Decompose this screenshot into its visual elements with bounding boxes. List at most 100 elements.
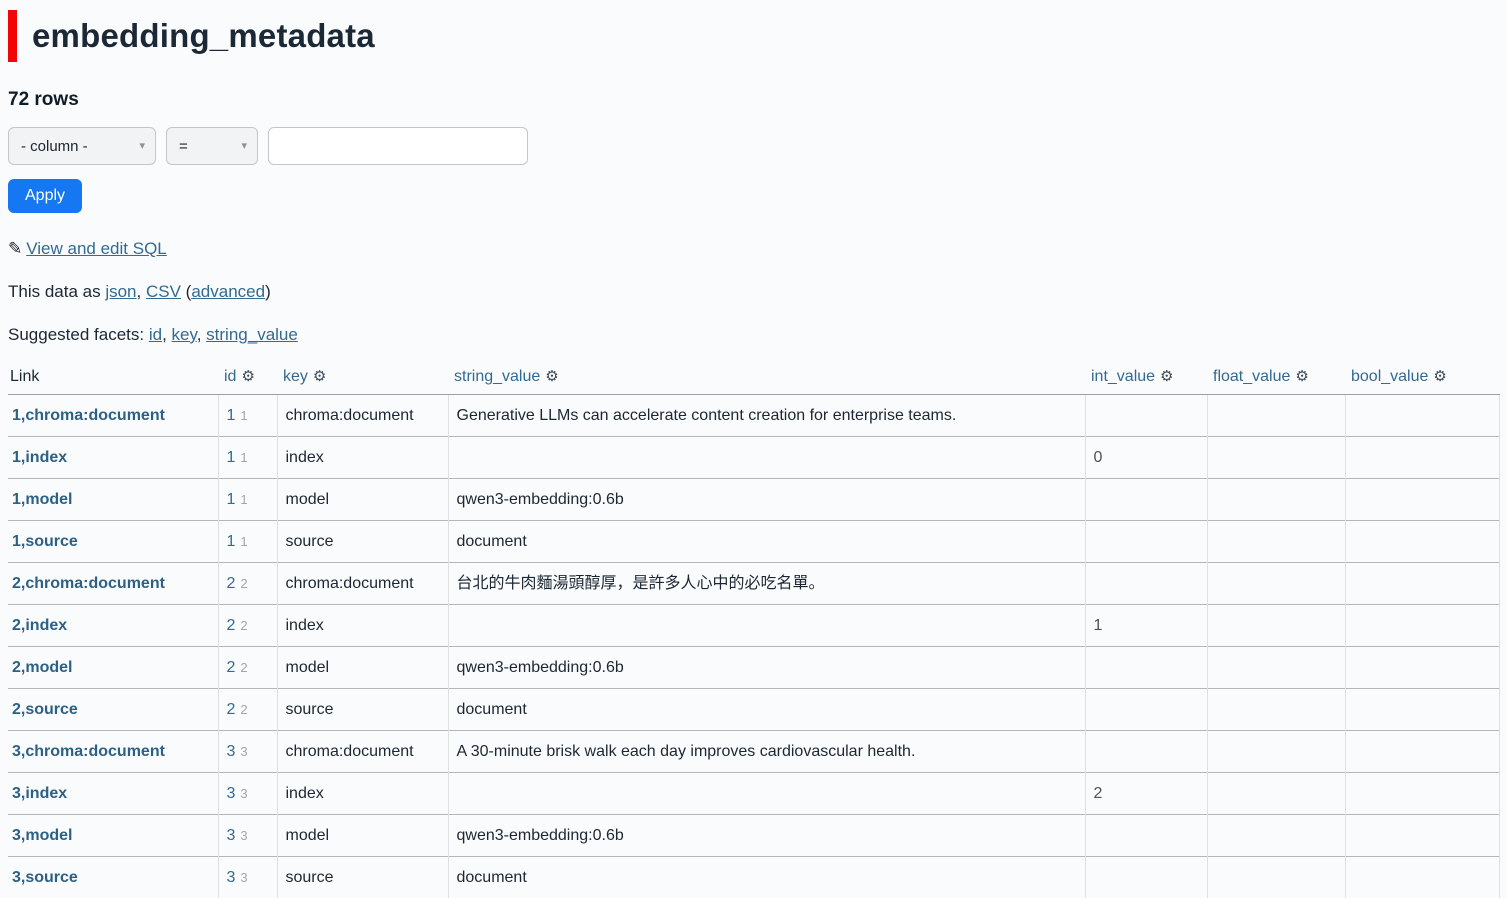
int-value-cell — [1085, 731, 1207, 773]
filter-op-select-wrap: = ▾ — [166, 127, 258, 165]
float-value-cell — [1207, 773, 1345, 815]
row-link[interactable]: 2,model — [12, 659, 72, 676]
facets-prefix: Suggested facets: — [8, 325, 149, 344]
id-value-link[interactable]: 1 — [227, 533, 236, 550]
id-value-link[interactable]: 3 — [227, 827, 236, 844]
id-value-link[interactable]: 1 — [227, 491, 236, 508]
facet-link-string_value[interactable]: string_value — [206, 325, 298, 344]
string-value-cell — [448, 773, 1085, 815]
fk-label: 3 — [240, 870, 247, 885]
bool-value-cell — [1345, 815, 1499, 857]
key-cell: chroma:document — [277, 563, 448, 605]
facet-link-id[interactable]: id — [149, 325, 162, 344]
column-options-gear-icon[interactable]: ⚙ — [1295, 367, 1308, 385]
int-value-cell — [1085, 563, 1207, 605]
column-sort-link-float_value[interactable]: float_value — [1213, 368, 1290, 385]
column-sort-link-string_value[interactable]: string_value — [454, 368, 540, 385]
column-sort-link-int_value[interactable]: int_value — [1091, 368, 1155, 385]
view-edit-sql-link[interactable]: View and edit SQL — [26, 239, 167, 258]
row-link[interactable]: 1,index — [12, 449, 67, 466]
filter-column-select[interactable]: - column - — [8, 127, 156, 165]
id-value-link[interactable]: 2 — [227, 701, 236, 718]
string-value-cell: document — [448, 857, 1085, 898]
column-header-bool_value: bool_value ⚙ — [1345, 359, 1499, 395]
string-value-cell: qwen3-embedding:0.6b — [448, 815, 1085, 857]
key-cell: source — [277, 857, 448, 898]
row-link[interactable]: 2,index — [12, 617, 67, 634]
id-cell: 22 — [218, 647, 277, 689]
column-header-float_value: float_value ⚙ — [1207, 359, 1345, 395]
column-options-gear-icon[interactable]: ⚙ — [313, 367, 326, 385]
bool-value-cell — [1345, 731, 1499, 773]
filter-operator-select[interactable]: = — [166, 127, 258, 165]
id-value-link[interactable]: 1 — [227, 449, 236, 466]
column-options-gear-icon[interactable]: ⚙ — [1433, 367, 1446, 385]
id-cell: 22 — [218, 563, 277, 605]
facet-link-key[interactable]: key — [172, 325, 197, 344]
id-value-link[interactable]: 3 — [227, 869, 236, 886]
fk-label: 1 — [240, 492, 247, 507]
row-link[interactable]: 2,source — [12, 701, 78, 718]
fk-label: 1 — [240, 450, 247, 465]
int-value-cell: 2 — [1085, 773, 1207, 815]
key-cell: chroma:document — [277, 395, 448, 437]
id-value-link[interactable]: 3 — [227, 785, 236, 802]
fk-label: 1 — [240, 408, 247, 423]
id-cell: 33 — [218, 815, 277, 857]
link-cell: 1,source — [8, 521, 218, 563]
row-link[interactable]: 1,model — [12, 491, 72, 508]
fk-label: 3 — [240, 786, 247, 801]
link-cell: 3,source — [8, 857, 218, 898]
row-link[interactable]: 3,model — [12, 827, 72, 844]
bool-value-cell — [1345, 479, 1499, 521]
column-options-gear-icon[interactable]: ⚙ — [241, 367, 254, 385]
key-cell: model — [277, 815, 448, 857]
float-value-cell — [1207, 731, 1345, 773]
id-value-link[interactable]: 3 — [227, 743, 236, 760]
row-link[interactable]: 1,source — [12, 533, 78, 550]
export-advanced-link[interactable]: advanced — [191, 282, 265, 301]
id-value-link[interactable]: 1 — [227, 407, 236, 424]
bool-value-cell — [1345, 521, 1499, 563]
id-cell: 11 — [218, 479, 277, 521]
table-row: 1,model11modelqwen3-embedding:0.6b — [8, 479, 1499, 521]
column-options-gear-icon[interactable]: ⚙ — [1160, 367, 1173, 385]
string-value-cell: document — [448, 521, 1085, 563]
id-value-link[interactable]: 2 — [227, 575, 236, 592]
facet-links: id, key, string_value — [149, 325, 298, 344]
row-link[interactable]: 2,chroma:document — [12, 575, 165, 592]
export-prefix: This data as — [8, 282, 105, 301]
id-cell: 33 — [218, 857, 277, 898]
id-cell: 22 — [218, 605, 277, 647]
filter-value-input[interactable] — [268, 127, 528, 165]
fk-label: 3 — [240, 744, 247, 759]
row-link[interactable]: 3,source — [12, 869, 78, 886]
column-header-string_value: string_value ⚙ — [448, 359, 1085, 395]
column-header-id: id ⚙ — [218, 359, 277, 395]
column-header-key: key ⚙ — [277, 359, 448, 395]
row-link[interactable]: 1,chroma:document — [12, 407, 165, 424]
row-link[interactable]: 3,chroma:document — [12, 743, 165, 760]
link-cell: 1,chroma:document — [8, 395, 218, 437]
key-cell: source — [277, 689, 448, 731]
fk-label: 2 — [240, 660, 247, 675]
column-sort-link-id[interactable]: id — [224, 368, 236, 385]
table-row: 2,chroma:document22chroma:document台北的牛肉麵… — [8, 563, 1499, 605]
column-sort-link-key[interactable]: key — [283, 368, 308, 385]
id-value-link[interactable]: 2 — [227, 659, 236, 676]
column-options-gear-icon[interactable]: ⚙ — [545, 367, 558, 385]
int-value-cell — [1085, 521, 1207, 563]
float-value-cell — [1207, 521, 1345, 563]
row-link[interactable]: 3,index — [12, 785, 67, 802]
column-sort-link-bool_value[interactable]: bool_value — [1351, 368, 1428, 385]
apply-button[interactable]: Apply — [8, 179, 82, 213]
filter-column-select-wrap: - column - ▾ — [8, 127, 156, 165]
export-csv-link[interactable]: CSV — [146, 282, 181, 301]
link-cell: 2,chroma:document — [8, 563, 218, 605]
table-row: 2,source22sourcedocument — [8, 689, 1499, 731]
export-json-link[interactable]: json — [105, 282, 136, 301]
id-value-link[interactable]: 2 — [227, 617, 236, 634]
int-value-cell — [1085, 857, 1207, 898]
table-row: 1,index11index0 — [8, 437, 1499, 479]
int-value-cell — [1085, 815, 1207, 857]
